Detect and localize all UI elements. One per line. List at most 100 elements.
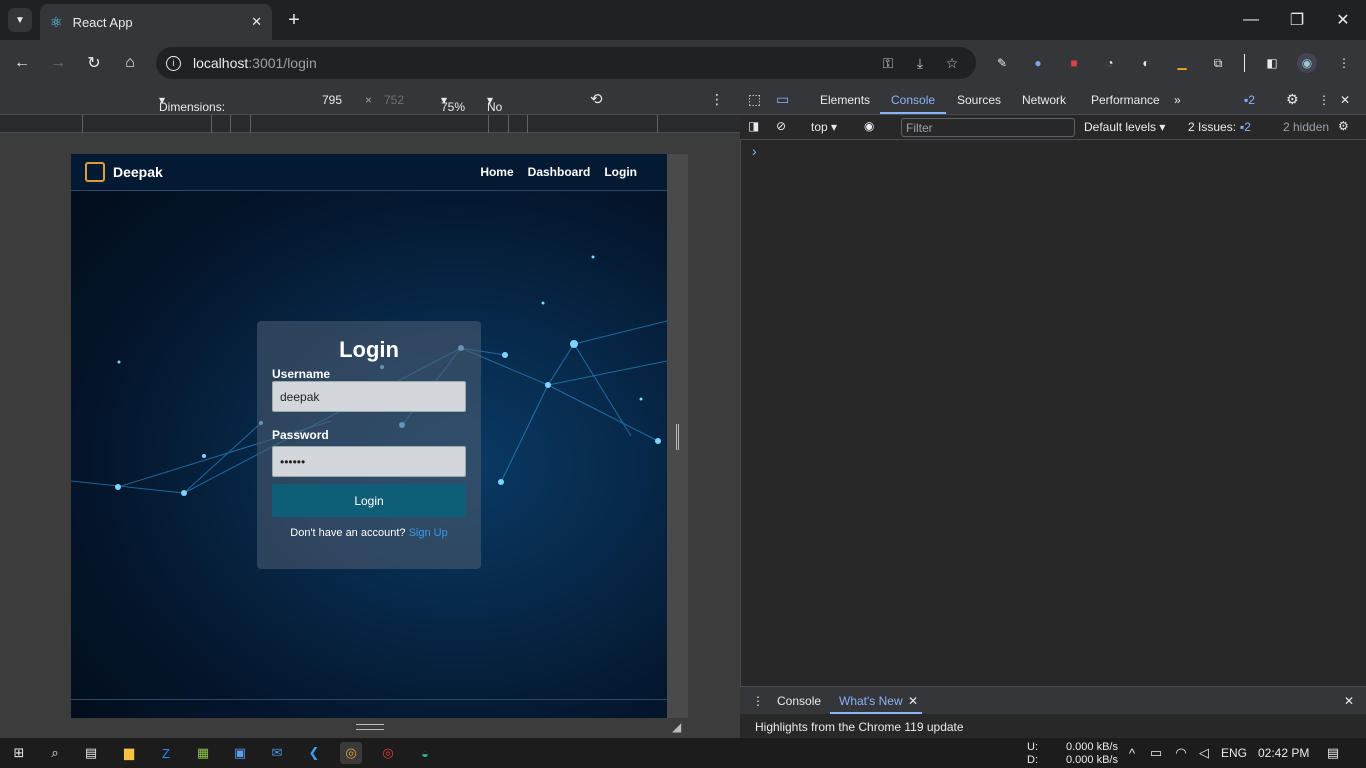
live-expression-eye-icon[interactable]: ◉ xyxy=(864,119,874,133)
viewport-resize-handle[interactable] xyxy=(667,154,688,718)
extension-icon[interactable]: ■ xyxy=(1064,53,1084,73)
bookmark-star-icon[interactable]: ☆ xyxy=(942,54,962,72)
tab-network[interactable]: Network xyxy=(1022,93,1066,107)
color-picker-extension-icon[interactable]: ✎ xyxy=(992,53,1012,73)
inspect-element-icon[interactable]: ⬚ xyxy=(748,91,761,108)
nav-login-link[interactable]: Login xyxy=(604,165,637,179)
corner-resize-handle[interactable]: ◢ xyxy=(672,720,681,734)
volume-icon[interactable]: ◁ xyxy=(1193,742,1215,764)
issues-count[interactable]: ▪2 xyxy=(1240,120,1251,134)
extension-icon[interactable]: ● xyxy=(1028,53,1048,73)
extensions-puzzle-icon[interactable]: ⧉ xyxy=(1208,53,1228,73)
notifications-icon[interactable]: ▤ xyxy=(1322,742,1344,764)
close-drawer-tab-icon[interactable]: ✕ xyxy=(908,694,918,708)
context-select[interactable]: top ▾ xyxy=(811,120,837,134)
height-input[interactable]: 752 xyxy=(384,93,404,107)
devtools-menu-icon[interactable]: ⋮ xyxy=(1318,93,1330,107)
width-input[interactable]: 795 xyxy=(322,93,342,107)
new-tab-button[interactable]: + xyxy=(282,8,306,32)
footer-divider xyxy=(71,699,667,700)
file-explorer-icon[interactable]: ▆ xyxy=(118,742,140,764)
levels-label: Default levels xyxy=(1084,120,1157,134)
reload-icon[interactable]: ↻ xyxy=(82,51,106,75)
battery-icon[interactable]: ▭ xyxy=(1145,742,1167,764)
password-label: Password xyxy=(272,428,329,442)
issues-badge[interactable]: ▪2 xyxy=(1244,93,1255,107)
console-prompt[interactable]: › xyxy=(752,143,757,159)
throttling-select[interactable]: No throttling ▾ xyxy=(487,93,533,128)
tab-sources[interactable]: Sources xyxy=(957,93,1001,107)
back-icon[interactable]: ← xyxy=(10,51,34,75)
tab-console[interactable]: Console xyxy=(891,93,935,107)
password-input[interactable]: •••••• xyxy=(272,446,466,477)
search-icon[interactable]: ⌕ xyxy=(44,742,66,764)
forward-icon[interactable]: → xyxy=(46,51,70,75)
home-icon[interactable]: ⌂ xyxy=(118,51,142,75)
bottom-resize-handle[interactable] xyxy=(356,724,384,730)
extension-icon[interactable]: ▁ xyxy=(1172,53,1192,73)
language-indicator[interactable]: ENG xyxy=(1221,746,1247,760)
side-panel-icon[interactable]: ◧ xyxy=(1262,53,1282,73)
rotate-icon[interactable]: ⟲ xyxy=(590,90,603,108)
login-button[interactable]: Login xyxy=(272,484,466,517)
net-down-speed: 0.000 kB/s xyxy=(1066,754,1118,766)
console-settings-icon[interactable]: ⚙ xyxy=(1338,119,1349,133)
vscode-icon[interactable]: ❮ xyxy=(303,742,325,764)
chrome-alt-icon[interactable]: ◎ xyxy=(377,742,399,764)
tab-title: React App xyxy=(72,14,133,30)
nav-home-link[interactable]: Home xyxy=(480,165,513,179)
store-icon[interactable]: ▣ xyxy=(229,742,251,764)
task-view-icon[interactable]: ▤ xyxy=(80,742,102,764)
close-tab-icon[interactable]: ✕ xyxy=(251,14,262,30)
drawer-tab-console[interactable]: Console xyxy=(777,694,821,708)
menu-kebab-icon[interactable]: ⋮ xyxy=(1334,53,1354,73)
more-options-icon[interactable]: ⋮ xyxy=(710,91,724,108)
browser-tab[interactable]: ⚛ React App ✕ xyxy=(40,4,272,40)
signup-prompt: Don't have an account? Sign Up xyxy=(272,527,466,539)
site-info-icon[interactable]: i xyxy=(166,55,181,71)
more-tabs-icon[interactable]: » xyxy=(1174,93,1181,107)
console-filter-input[interactable]: Filter xyxy=(901,118,1075,137)
windows-start-icon[interactable]: ⊞ xyxy=(8,742,30,764)
zoom-select[interactable]: 75% ▾ xyxy=(441,93,465,114)
brand-name[interactable]: Deepak xyxy=(113,164,163,180)
tab-search-button[interactable]: ▼ xyxy=(8,8,32,32)
drawer-tab-whats-new[interactable]: What's New xyxy=(839,694,903,708)
edge-icon[interactable]: ◒ xyxy=(414,742,436,764)
profile-avatar[interactable]: ◉ xyxy=(1297,53,1317,73)
signup-link[interactable]: Sign Up xyxy=(409,527,448,539)
minimize-button[interactable]: — xyxy=(1228,0,1274,40)
key-icon[interactable]: ⚿ xyxy=(878,54,898,72)
tab-performance[interactable]: Performance xyxy=(1091,93,1160,107)
notepad-icon[interactable]: ▦ xyxy=(192,742,214,764)
clock[interactable]: 02:42 PM xyxy=(1258,746,1309,760)
username-label: Username xyxy=(272,367,331,381)
wifi-icon[interactable]: ◠ xyxy=(1170,742,1192,764)
close-window-button[interactable]: ✕ xyxy=(1320,0,1366,40)
extension-icon[interactable]: ◐ xyxy=(1136,53,1156,73)
hidden-icons-chevron-icon[interactable]: ^ xyxy=(1121,742,1143,764)
restore-button[interactable]: ❐ xyxy=(1274,0,1320,40)
net-up-label: U: xyxy=(1027,741,1038,753)
device-toggle-icon[interactable]: ▭ xyxy=(776,91,789,108)
settings-gear-icon[interactable]: ⚙ xyxy=(1286,91,1299,108)
issues-badge-count: 2 xyxy=(1248,93,1255,107)
drawer-menu-icon[interactable]: ⋮ xyxy=(752,694,764,708)
zoom-label: 75% xyxy=(441,100,466,114)
chrome-icon[interactable]: ◎ xyxy=(340,742,362,764)
close-devtools-icon[interactable]: ✕ xyxy=(1340,93,1350,107)
media-query-bar[interactable] xyxy=(0,115,740,133)
close-drawer-icon[interactable]: ✕ xyxy=(1344,694,1354,708)
nav-dashboard-link[interactable]: Dashboard xyxy=(528,165,591,179)
sidebar-toggle-icon[interactable]: ◨ xyxy=(748,119,759,133)
levels-select[interactable]: Default levels ▾ xyxy=(1084,120,1165,134)
address-bar[interactable]: i localhost:3001/login xyxy=(156,47,976,79)
zoom-app-icon[interactable]: Z xyxy=(155,742,177,764)
extension-icon[interactable]: ◔ xyxy=(1100,53,1120,73)
mail-icon[interactable]: ✉ xyxy=(266,742,288,764)
install-app-icon[interactable]: ⤓ xyxy=(910,54,930,72)
dimensions-select[interactable]: Dimensions: Responsive ▾ xyxy=(159,93,225,128)
username-input[interactable]: deepak xyxy=(272,381,466,412)
clear-console-icon[interactable]: ⊘ xyxy=(776,119,786,133)
tab-elements[interactable]: Elements xyxy=(820,93,870,107)
